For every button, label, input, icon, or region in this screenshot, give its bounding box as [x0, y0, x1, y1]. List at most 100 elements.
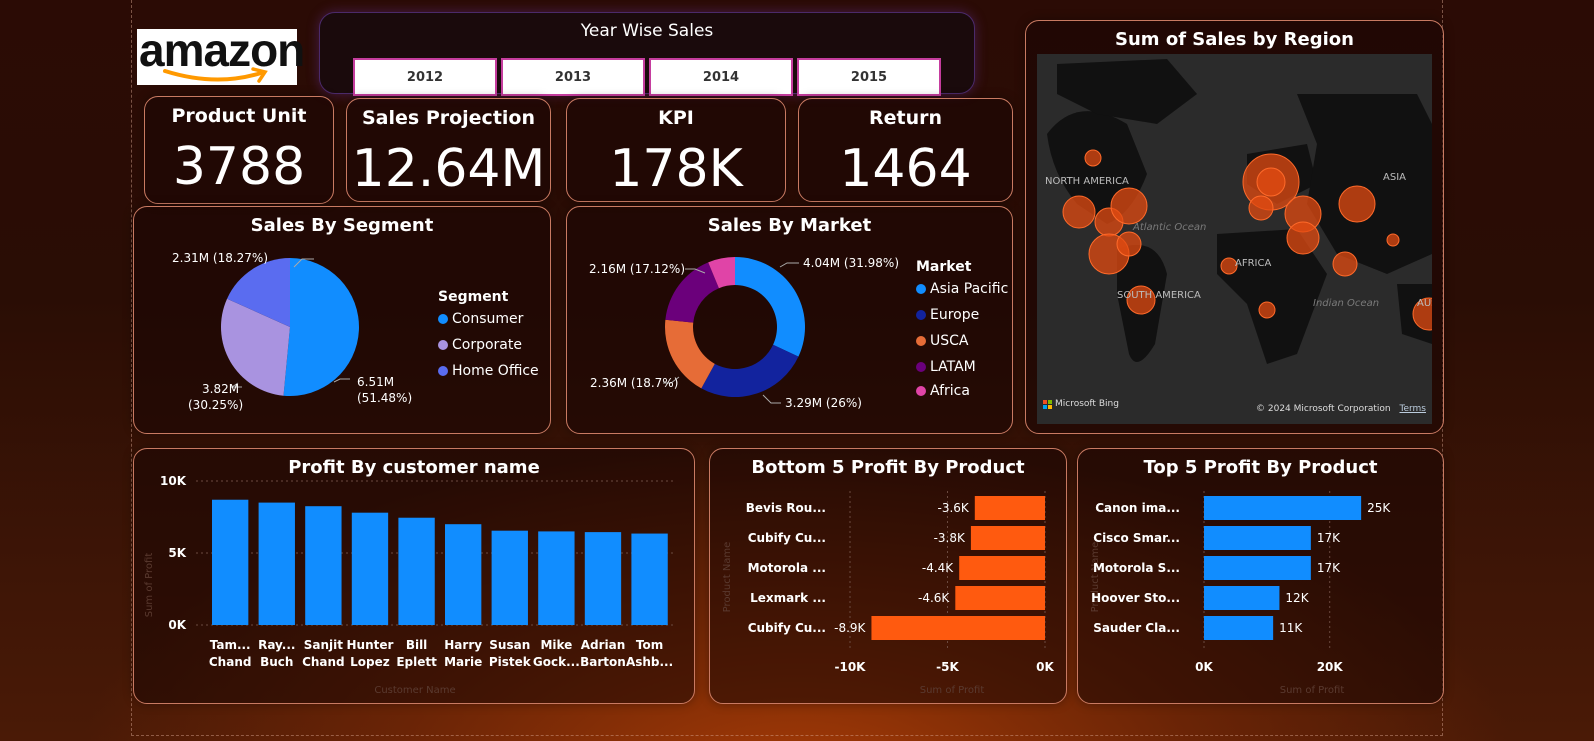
kpi-value: 3788 — [172, 137, 306, 197]
legend-item-europe[interactable]: Europe — [916, 307, 979, 323]
asia-land — [1297, 94, 1432, 274]
map-label-north-america: NORTH AMERICA — [1045, 176, 1129, 187]
y-tick-label: 0K — [168, 618, 186, 632]
map-label-atlantic: Atlantic Ocean — [1133, 222, 1207, 233]
market-donut-slices — [665, 257, 805, 397]
sales-by-segment-card: Sales By Segment 2.31M (18.27%) 6.51M (5… — [133, 206, 551, 434]
year-button-2015[interactable]: 2015 — [797, 58, 941, 96]
legend-label: Europe — [930, 307, 980, 323]
customer-ylabel: Sum of Profit — [144, 553, 155, 618]
segment-corporate-label-2: (30.25%) — [188, 398, 243, 412]
bar-hunter-lopez — [351, 512, 389, 625]
legend-dot — [916, 362, 926, 372]
bing-attribution: Microsoft Bing — [1043, 399, 1119, 409]
legend-dot — [916, 284, 926, 294]
x-tick-label: -10K — [835, 660, 867, 674]
bar-motorola — [959, 556, 1045, 580]
x-tick-label: Gock... — [533, 655, 580, 669]
legend-item-africa[interactable]: Africa — [916, 383, 970, 399]
y-tick-label: Bevis Rou... — [746, 501, 826, 515]
amazon-logo: amazon — [137, 24, 305, 85]
sales-bubble — [1386, 233, 1400, 247]
market-usca-label: 2.36M (18.7%) — [590, 376, 678, 390]
data-label: 12K — [1285, 591, 1309, 605]
legend-item-consumer[interactable]: Consumer — [438, 311, 523, 327]
x-tick-label: Buch — [260, 655, 293, 669]
top-5-profit-card: Top 5 Profit By Product Product Name Sum… — [1077, 448, 1444, 704]
y-tick-label: Hoover Sto... — [1091, 591, 1180, 605]
y-tick-label: Motorola ... — [748, 561, 826, 575]
x-tick-label: 0K — [1036, 660, 1054, 674]
x-tick-label: Tom — [636, 638, 663, 652]
y-tick-label: Sauder Cla... — [1093, 621, 1180, 635]
market-asia-pacific-label: 4.04M (31.98%) — [803, 256, 899, 270]
legend-dot — [438, 314, 448, 324]
profit-by-customer-bar-chart[interactable]: Sum of Profit Customer Name 10K 5K 0K Tam..… — [134, 449, 696, 705]
data-label: 11K — [1279, 621, 1303, 635]
customer-xlabel: Customer Name — [374, 685, 455, 696]
legend-label: Consumer — [452, 311, 524, 327]
legend-item-corporate[interactable]: Corporate — [438, 337, 522, 353]
y-tick-label: Canon ima... — [1095, 501, 1180, 515]
top-5-profit-bar-chart[interactable]: Product Name Sum of Profit 0K 20KCanon im… — [1078, 449, 1445, 705]
legend-dot — [916, 336, 926, 346]
segment-pie-slices — [221, 258, 360, 396]
x-tick-label: Eplett — [396, 655, 437, 669]
kpi-value: 178K — [609, 139, 743, 199]
x-tick-label: Mike — [540, 638, 572, 652]
profit-by-customer-card: Profit By customer name Sum of Profit Cu… — [133, 448, 695, 704]
kpi-label: Product Unit — [171, 105, 307, 127]
legend-item-latam[interactable]: LATAM — [916, 359, 976, 375]
x-tick-label: Chand — [302, 655, 345, 669]
map-title: Sum of Sales by Region — [1115, 29, 1354, 50]
year-button-2014[interactable]: 2014 — [649, 58, 793, 96]
legend-item-usca[interactable]: USCA — [916, 333, 969, 349]
x-tick-label: Tam... — [210, 638, 251, 652]
kpi-card-product-unit: Product Unit 3788 — [144, 96, 334, 204]
bar-adrian-barton — [584, 532, 622, 625]
y-tick-label: Cubify Cu... — [748, 621, 826, 635]
bottom-5-profit-bar-chart[interactable]: Product Name Sum of Profit -10K -5K 0K Bevi… — [710, 449, 1068, 705]
sales-bubble — [1258, 301, 1276, 319]
x-tick-label: Hunter — [347, 638, 394, 652]
year-button-2013[interactable]: 2013 — [501, 58, 645, 96]
kpi-card-kpi: KPI 178K — [566, 98, 786, 202]
x-tick-label: Lopez — [350, 655, 390, 669]
kpi-label: Return — [868, 107, 943, 129]
legend-item-asia-pacific[interactable]: Asia Pacific — [916, 281, 1008, 297]
y-tick-label: 5K — [168, 546, 186, 560]
year-button-2012[interactable]: 2012 — [353, 58, 497, 96]
bar-cubify-cu — [871, 616, 1045, 640]
sales-bubble — [1286, 221, 1320, 255]
x-tick-label: Adrian — [581, 638, 626, 652]
data-label: -4.6K — [918, 591, 950, 605]
bar-cubify-cu — [970, 526, 1045, 550]
x-tick-label: Ray... — [258, 638, 295, 652]
sales-bubble — [1332, 251, 1358, 277]
bing-label: Microsoft Bing — [1055, 399, 1119, 409]
kpi-value: 12.64M — [351, 139, 546, 199]
legend-label: USCA — [930, 333, 969, 349]
map-label-australia: AUS — [1417, 298, 1432, 309]
terms-link[interactable]: Terms — [1399, 404, 1426, 414]
bottom-5-profit-card: Bottom 5 Profit By Product Product Name … — [709, 448, 1067, 704]
sales-bubble — [1116, 231, 1142, 257]
bar-tam-chand — [212, 499, 249, 625]
kpi-value: 1464 — [839, 139, 972, 199]
bar-bill-eplett — [398, 517, 435, 625]
market-europe-label: 3.29M (26%) — [785, 396, 862, 410]
data-label: 17K — [1317, 531, 1341, 545]
bar-lexmark — [955, 586, 1045, 610]
x-tick-label: Barton — [580, 655, 626, 669]
legend-dot — [438, 340, 448, 350]
sales-by-market-card: Sales By Market 4.04M (31.98%) 3.29M (26… — [566, 206, 1013, 434]
y-tick-label: Motorola S... — [1093, 561, 1180, 575]
legend-item-home-office[interactable]: Home Office — [438, 363, 539, 379]
donut-slice-europe — [701, 344, 799, 397]
region-map[interactable]: NORTH AMERICA SOUTH AMERICA AFRICA ASIA … — [1037, 54, 1432, 424]
kpi-label: KPI — [658, 107, 694, 129]
segment-legend-title: Segment — [438, 289, 509, 305]
map-label-africa: AFRICA — [1235, 258, 1272, 269]
sales-bubble — [1248, 195, 1274, 221]
x-tick-label: Bill — [406, 638, 428, 652]
